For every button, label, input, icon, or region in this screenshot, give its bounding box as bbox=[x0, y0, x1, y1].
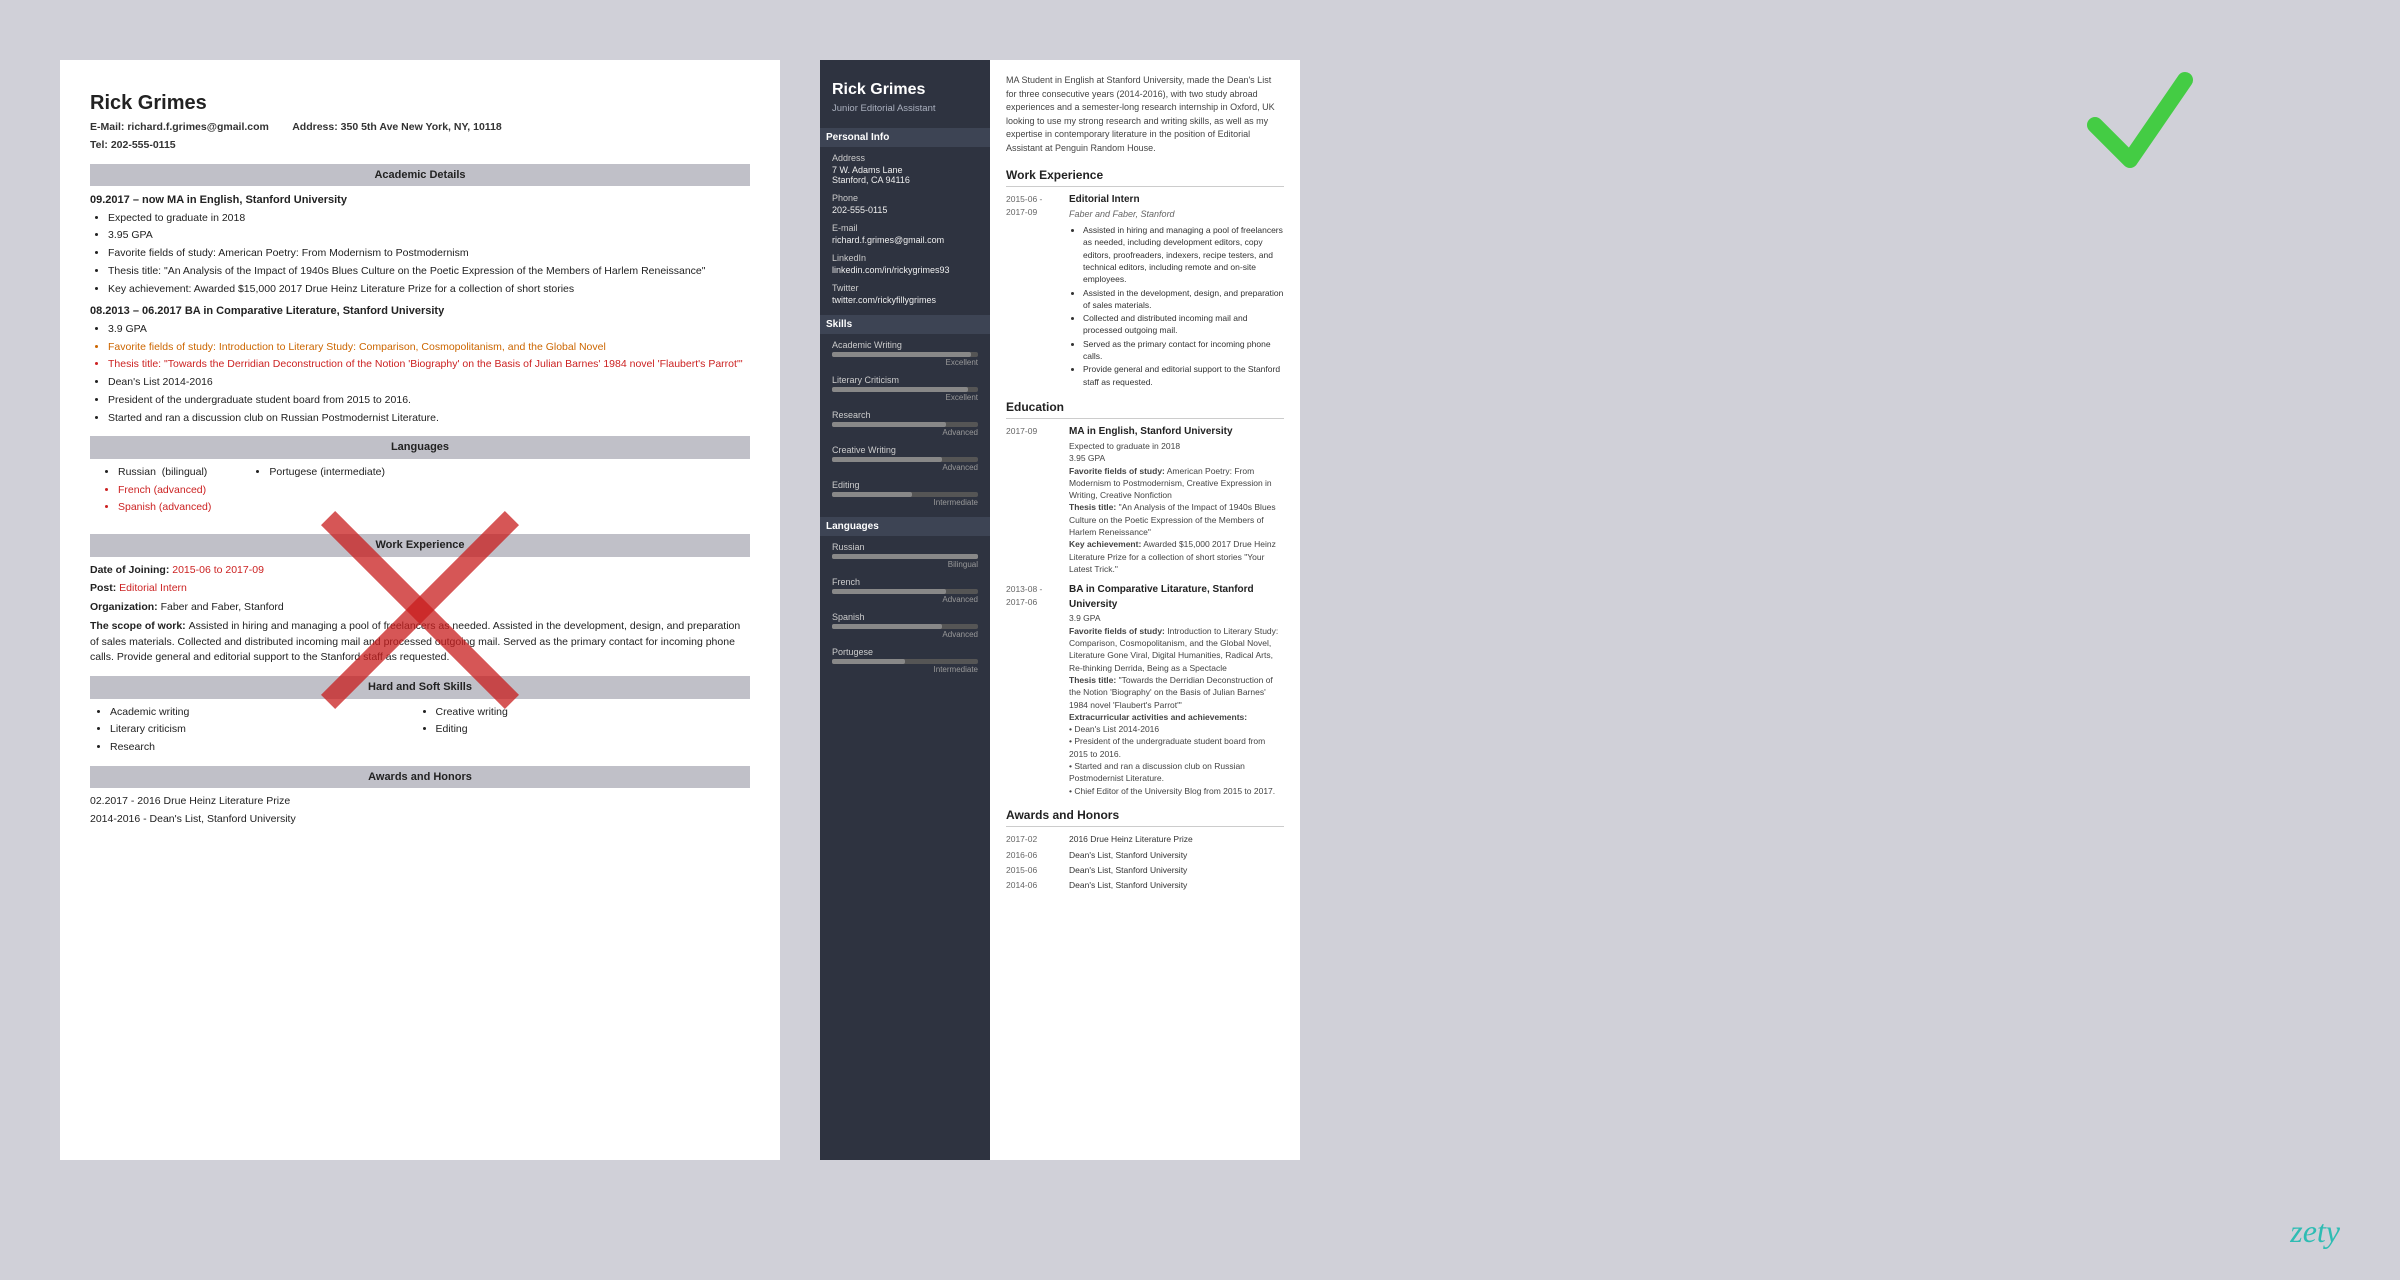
edu1-degree: 09.2017 – now MA in English, Stanford Un… bbox=[90, 192, 750, 209]
zety-logo: zety bbox=[2290, 1213, 2340, 1250]
edu2-degree: 08.2013 – 06.2017 BA in Comparative Lite… bbox=[90, 303, 750, 320]
awards-section-header: Awards and Honors bbox=[90, 766, 750, 789]
lang-left: Russian (bilingual) French (advanced) Sp… bbox=[100, 465, 211, 518]
right-resume: Rick Grimes Junior Editorial Assistant P… bbox=[820, 60, 1300, 1160]
address-value: 7 W. Adams Lane Stanford, CA 94116 bbox=[832, 165, 978, 185]
academic-section-header: Academic Details bbox=[90, 164, 750, 187]
personal-info-title: Personal Info bbox=[820, 128, 990, 147]
phone-value: 202-555-0115 bbox=[832, 205, 978, 215]
work-section-header: Work Experience bbox=[90, 534, 750, 557]
twitter-value: twitter.com/rickyfillygrimes bbox=[832, 295, 978, 305]
award-2: 2014-2016 - Dean's List, Stanford Univer… bbox=[90, 812, 750, 828]
lang-spanish: Spanish Advanced bbox=[832, 612, 978, 639]
twitter-label: Twitter bbox=[832, 283, 978, 293]
edu-entry-right-2: 2013-08 -2017-06 BA in Comparative Litar… bbox=[1006, 583, 1284, 797]
tel-label: Tel: bbox=[90, 139, 108, 151]
email-label-right: E-mail bbox=[832, 223, 978, 233]
green-checkmark bbox=[2080, 60, 2200, 180]
phone-label: Phone bbox=[832, 193, 978, 203]
work-org: Organization: Faber and Faber, Stanford bbox=[90, 600, 750, 616]
award-1: 02.2017 - 2016 Drue Heinz Literature Pri… bbox=[90, 794, 750, 810]
work-scope: The scope of work: Assisted in hiring an… bbox=[90, 619, 750, 666]
work-post: Post: Editorial Intern bbox=[90, 581, 750, 597]
skill-academic-writing: Academic Writing Excellent bbox=[832, 340, 978, 367]
right-main: MA Student in English at Stanford Univer… bbox=[990, 60, 1300, 1160]
language-columns: Russian (bilingual) French (advanced) Sp… bbox=[90, 465, 750, 524]
email-value: richard.f.grimes@gmail.com bbox=[127, 121, 269, 133]
award-right-3: 2015-06 Dean's List, Stanford University bbox=[1006, 864, 1284, 876]
left-tel-line: Tel: 202-555-0115 bbox=[90, 138, 750, 154]
edu-entry-2: 08.2013 – 06.2017 BA in Comparative Lite… bbox=[90, 303, 750, 426]
lang-french: French Advanced bbox=[832, 577, 978, 604]
right-name: Rick Grimes bbox=[832, 80, 978, 99]
left-name: Rick Grimes bbox=[90, 88, 750, 118]
address-label: Address: bbox=[292, 121, 338, 133]
skill-editing: Editing Intermediate bbox=[832, 480, 978, 507]
awards-section-title-right: Awards and Honors bbox=[1006, 807, 1284, 827]
address-label: Address bbox=[832, 153, 978, 163]
left-email-line: E-Mail: richard.f.grimes@gmail.com Addre… bbox=[90, 120, 750, 136]
skill-literary-criticism: Literary Criticism Excellent bbox=[832, 375, 978, 402]
education-section-title-right: Education bbox=[1006, 399, 1284, 419]
edu1-bullets: Expected to graduate in 2018 3.95 GPA Fa… bbox=[90, 211, 750, 298]
work-entry-1: 2015-06 -2017-09 Editorial Intern Faber … bbox=[1006, 193, 1284, 389]
right-sidebar: Rick Grimes Junior Editorial Assistant P… bbox=[820, 60, 990, 1160]
email-label: E-Mail: bbox=[90, 121, 124, 133]
award-right-2: 2016-06 Dean's List, Stanford University bbox=[1006, 849, 1284, 861]
skills-section-title: Skills bbox=[820, 315, 990, 334]
lang-portugese: Portugese Intermediate bbox=[832, 647, 978, 674]
languages-section-title: Languages bbox=[820, 517, 990, 536]
work-dates: Date of Joining: 2015-06 to 2017-09 bbox=[90, 563, 750, 579]
skill-creative-writing: Creative Writing Advanced bbox=[832, 445, 978, 472]
right-title: Junior Editorial Assistant bbox=[832, 103, 978, 114]
edu-entry-right-1: 2017-09 MA in English, Stanford Universi… bbox=[1006, 425, 1284, 575]
address-value: 350 5th Ave New York, NY, 10118 bbox=[341, 121, 502, 133]
email-value-right: richard.f.grimes@gmail.com bbox=[832, 235, 978, 245]
lang-right: Portugese (intermediate) bbox=[251, 465, 385, 518]
award-right-1: 2017-02 2016 Drue Heinz Literature Prize bbox=[1006, 833, 1284, 845]
skills-section-header: Hard and Soft Skills bbox=[90, 676, 750, 699]
skills-list: Academic writing Literary criticism Rese… bbox=[90, 705, 750, 756]
summary-text: MA Student in English at Stanford Univer… bbox=[1006, 74, 1284, 155]
work-section-title-right: Work Experience bbox=[1006, 167, 1284, 187]
languages-section-header: Languages bbox=[90, 436, 750, 459]
lang-russian: Russian Bilingual bbox=[832, 542, 978, 569]
linkedin-label: LinkedIn bbox=[832, 253, 978, 263]
skill-research: Research Advanced bbox=[832, 410, 978, 437]
edu-entry-1: 09.2017 – now MA in English, Stanford Un… bbox=[90, 192, 750, 297]
linkedin-value: linkedin.com/in/rickygrimes93 bbox=[832, 265, 978, 275]
left-resume: Rick Grimes E-Mail: richard.f.grimes@gma… bbox=[60, 60, 780, 1160]
award-right-4: 2014-06 Dean's List, Stanford University bbox=[1006, 879, 1284, 891]
tel-value: 202-555-0115 bbox=[111, 139, 176, 151]
edu2-bullets: 3.9 GPA Favorite fields of study: Introd… bbox=[90, 322, 750, 427]
